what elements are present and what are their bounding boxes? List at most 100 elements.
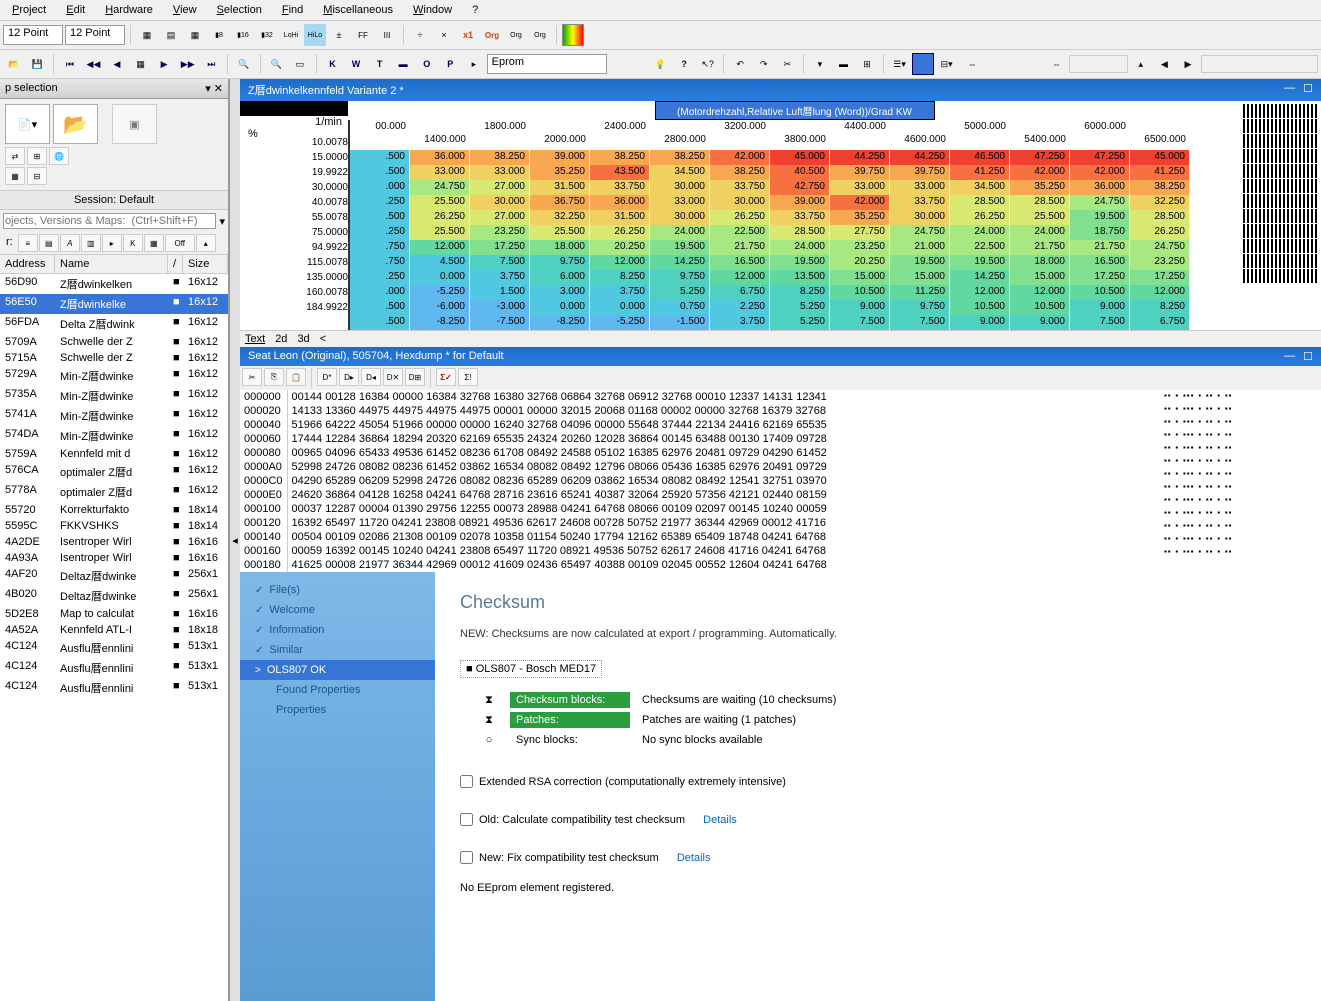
up-icon[interactable]: ▴ xyxy=(1130,53,1152,75)
details-link-1[interactable]: Details xyxy=(703,814,737,826)
p-icon[interactable]: P xyxy=(440,53,462,75)
minimize-icon[interactable]: — xyxy=(1284,82,1295,98)
map-row[interactable]: 576CAoptimaler Z暦d■16x12 xyxy=(0,462,228,482)
marker-icon[interactable]: ▾ xyxy=(809,53,831,75)
next2-icon[interactable]: ▶▶ xyxy=(177,53,199,75)
open-icon[interactable]: 📂 xyxy=(3,53,25,75)
map-row[interactable]: 5715ASchwelle der Z■16x12 xyxy=(0,350,228,366)
hex-data[interactable]: 00144 00128 16384 00000 16384 32768 1638… xyxy=(288,390,1161,572)
tab-3d[interactable]: 3d xyxy=(297,333,309,345)
first-icon[interactable]: ⏮ xyxy=(59,53,81,75)
details-link-2[interactable]: Details xyxy=(677,852,711,864)
bulb-icon[interactable]: 💡 xyxy=(650,53,672,75)
map-row[interactable]: 4C124Ausflu暦ennlini■513x1 xyxy=(0,658,228,678)
mult-icon[interactable]: × xyxy=(433,24,455,46)
hex-minimize-icon[interactable]: — xyxy=(1284,350,1295,363)
map-row[interactable]: 56E50Z暦dwinkelke■16x12 xyxy=(0,294,228,314)
data-grid[interactable]: .50036.00038.25039.00038.25038.25042.000… xyxy=(350,150,1190,330)
menu-edit[interactable]: Edit xyxy=(58,2,93,18)
org-icon[interactable]: Org xyxy=(481,24,503,46)
map-row[interactable]: 574DAMin-Z暦dwinke■16x12 xyxy=(0,426,228,446)
bit8-icon[interactable]: ▮8 xyxy=(208,24,230,46)
zoom-out-icon[interactable]: 🔍 xyxy=(266,53,288,75)
splitter-vertical[interactable]: ◂ xyxy=(230,79,240,1001)
map-row[interactable]: 55720Korrekturfakto■18x14 xyxy=(0,502,228,518)
filter-d-icon[interactable]: ▥ xyxy=(81,234,101,252)
filter-c-icon[interactable]: A xyxy=(60,234,80,252)
hex-sigma-icon[interactable]: Σ✓ xyxy=(436,368,456,386)
t-icon[interactable]: T xyxy=(369,53,391,75)
filter-b-icon[interactable]: ▤ xyxy=(39,234,59,252)
redo-icon[interactable]: ↷ xyxy=(753,53,775,75)
chip-button[interactable]: ▣ xyxy=(112,104,157,144)
map-row[interactable]: 5729AMin-Z暦dwinke■16x12 xyxy=(0,366,228,386)
tool-b-icon[interactable]: ⊞ xyxy=(27,147,47,165)
zoom-icon[interactable]: 🔍 xyxy=(233,53,255,75)
expand-icon[interactable]: ⇔ xyxy=(961,53,983,75)
point-combo-1[interactable]: 12 Point xyxy=(3,25,63,45)
prev2-icon[interactable]: ◀◀ xyxy=(83,53,105,75)
select-icon[interactable]: ▭ xyxy=(289,53,311,75)
nav-item[interactable]: File(s) xyxy=(240,580,435,600)
right-arrow-icon[interactable]: ▶ xyxy=(1177,53,1199,75)
panel-close-icon[interactable]: ✕ xyxy=(214,83,223,95)
col-indicator[interactable]: / xyxy=(168,255,183,273)
hex-maximize-icon[interactable]: ☐ xyxy=(1303,350,1313,363)
map-row[interactable]: 5595CFKKVSHKS■18x14 xyxy=(0,518,228,534)
hex-d5-icon[interactable]: D⊞ xyxy=(405,368,425,386)
map-list[interactable]: 56D90Z暦dwinkelken■16x1256E50Z暦dwinkelke■… xyxy=(0,274,228,1001)
filter-a-icon[interactable]: ≡ xyxy=(18,234,38,252)
filter-g-icon[interactable]: ▦ xyxy=(144,234,164,252)
x1-icon[interactable]: x1 xyxy=(457,24,479,46)
new-compat-checkbox[interactable] xyxy=(460,851,473,864)
help-icon[interactable]: ? xyxy=(673,53,695,75)
map-row[interactable]: 4B020Deltaz暦dwinke■256x1 xyxy=(0,586,228,606)
nav-item[interactable]: Information xyxy=(240,620,435,640)
filter-up-icon[interactable]: ▴ xyxy=(196,234,216,252)
filter-e-icon[interactable]: ▸ xyxy=(102,234,122,252)
eprom-combo[interactable]: Eprom xyxy=(487,54,607,74)
table-icon[interactable]: ▤ xyxy=(160,24,182,46)
grid2-icon[interactable]: ▦ xyxy=(184,24,206,46)
last-icon[interactable]: ⏭ xyxy=(200,53,222,75)
hilo-icon[interactable]: HiLo xyxy=(304,24,326,46)
tool-a-icon[interactable]: ⇄ xyxy=(5,147,25,165)
point-combo-2[interactable]: 12 Point xyxy=(65,25,125,45)
menu-selection[interactable]: Selection xyxy=(209,2,270,18)
hex-d3-icon[interactable]: D◂ xyxy=(361,368,381,386)
map-row[interactable]: 5778Aoptimaler Z暦d■16x12 xyxy=(0,482,228,502)
menu-window[interactable]: Window xyxy=(405,2,460,18)
grid-icon[interactable]: ▦ xyxy=(136,24,158,46)
map-row[interactable]: 5759AKennfeld mit d■16x12 xyxy=(0,446,228,462)
map-row[interactable]: 56FDADelta Z暦dwink■16x12 xyxy=(0,314,228,334)
bit16-icon[interactable]: ▮16 xyxy=(232,24,254,46)
map-row[interactable]: 5D2E8Map to calculat■16x16 xyxy=(0,606,228,622)
flag-icon[interactable]: ▸ xyxy=(463,53,485,75)
org3-icon[interactable]: Org xyxy=(529,24,551,46)
hex-paste-icon[interactable]: 📋 xyxy=(286,368,306,386)
map-row[interactable]: 5735AMin-Z暦dwinke■16x12 xyxy=(0,386,228,406)
open-project-button[interactable]: 📂 xyxy=(53,104,98,144)
blue-sq-icon[interactable] xyxy=(912,53,934,75)
ruler-icon[interactable]: ⊞ xyxy=(856,53,878,75)
tab-text[interactable]: Text xyxy=(245,333,265,345)
old-compat-checkbox[interactable] xyxy=(460,813,473,826)
map-row[interactable]: 4A2DEIsentroper Wirl■16x16 xyxy=(0,534,228,550)
tool-e-icon[interactable]: ⊟ xyxy=(27,167,47,185)
map-row[interactable]: 5709ASchwelle der Z■16x12 xyxy=(0,334,228,350)
menu-help[interactable]: ? xyxy=(464,2,486,18)
maximize-icon[interactable]: ☐ xyxy=(1303,82,1313,98)
menu-find[interactable]: Find xyxy=(274,2,311,18)
bit32-icon[interactable]: ▮32 xyxy=(256,24,278,46)
expand2-icon[interactable]: ⇔ xyxy=(1046,53,1068,75)
k-icon[interactable]: K xyxy=(322,53,344,75)
lohi-icon[interactable]: LoHi xyxy=(280,24,302,46)
map-row[interactable]: 4C124Ausflu暦ennlini■513x1 xyxy=(0,678,228,698)
map-row[interactable]: 4AF20Deltaz暦dwinke■256x1 xyxy=(0,566,228,586)
hex-copy-icon[interactable]: ⎘ xyxy=(264,368,284,386)
menu-hardware[interactable]: Hardware xyxy=(97,2,161,18)
col-name[interactable]: Name xyxy=(55,255,168,273)
hex-sigma2-icon[interactable]: Σ! xyxy=(458,368,478,386)
nav-item[interactable]: Properties xyxy=(240,700,435,720)
ruler2-icon[interactable]: ⊟▾ xyxy=(936,53,958,75)
